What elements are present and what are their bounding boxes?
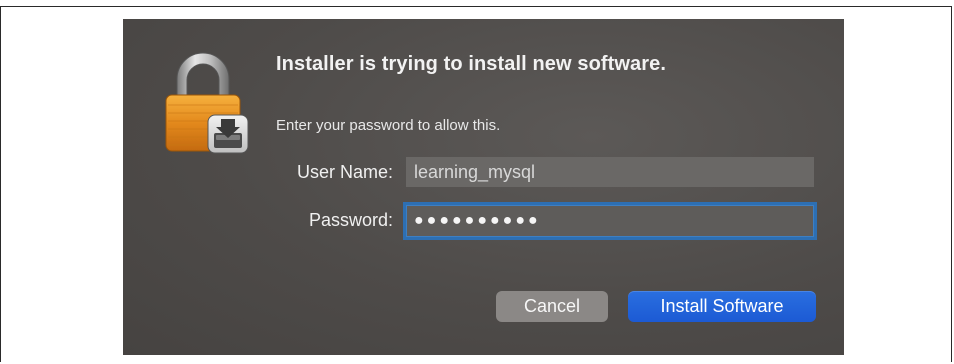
install-software-button[interactable]: Install Software (628, 291, 816, 322)
user-name-input[interactable] (406, 157, 814, 187)
dialog-subtitle: Enter your password to allow this. (276, 117, 501, 134)
lock-installer-icon (163, 49, 253, 157)
dialog-title: Installer is trying to install new softw… (276, 53, 667, 75)
auth-dialog: Installer is trying to install new softw… (123, 19, 844, 355)
cancel-button[interactable]: Cancel (496, 291, 608, 322)
password-label: Password: (308, 210, 393, 230)
user-name-label: User Name: (296, 162, 393, 182)
password-input[interactable]: ●●●●●●●●●● (406, 205, 814, 237)
